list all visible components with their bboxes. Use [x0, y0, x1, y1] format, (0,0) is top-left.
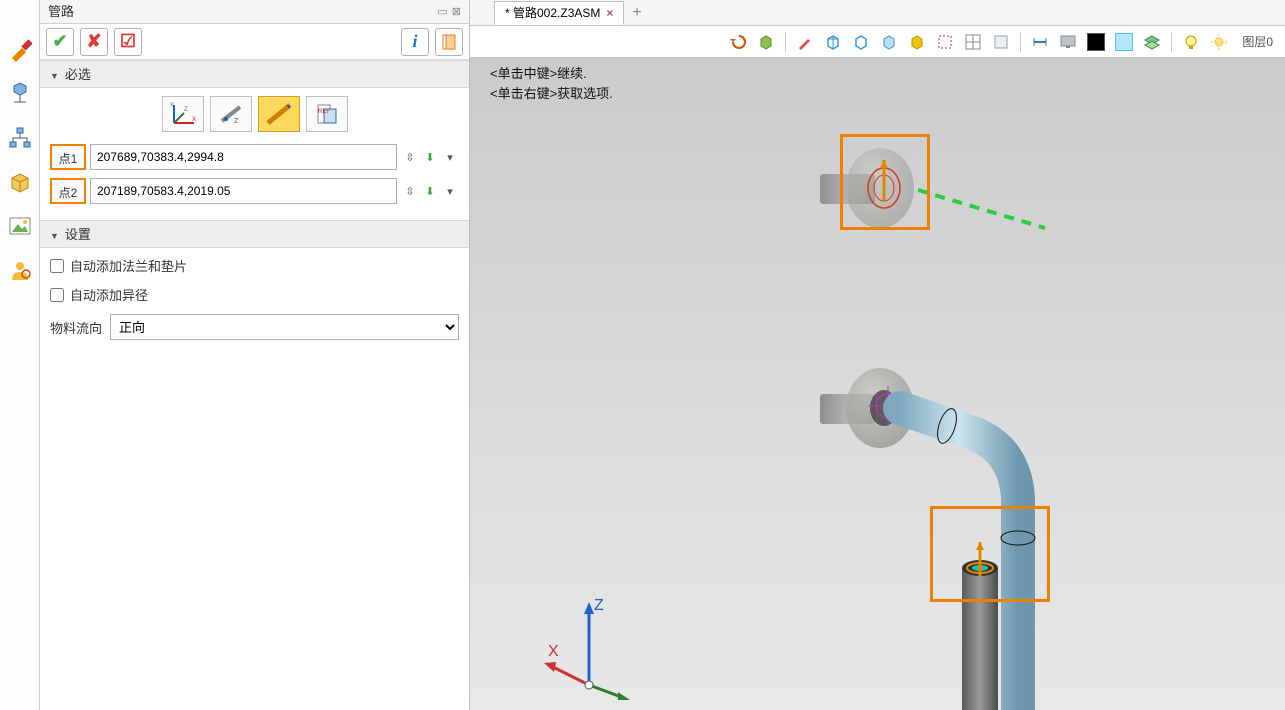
color-black-swatch[interactable]: [1087, 33, 1105, 51]
auto-flange-label: 自动添加法兰和垫片: [70, 256, 187, 275]
point2-input[interactable]: [90, 178, 397, 204]
tab-add-icon[interactable]: +: [632, 4, 641, 22]
view-cube-icon[interactable]: [757, 33, 775, 51]
layer-label[interactable]: 图层0: [1242, 33, 1273, 50]
ok-button[interactable]: ✔: [46, 28, 74, 56]
point1-expand-icon[interactable]: ⇳: [401, 146, 419, 168]
panel-close-icon[interactable]: ⊠: [452, 0, 461, 24]
hidden-line-icon[interactable]: [852, 33, 870, 51]
panel-title-bar: 管路 ▭ ⊠: [40, 0, 469, 24]
info-button[interactable]: i: [401, 28, 429, 56]
section-required-header[interactable]: 必选: [40, 60, 469, 88]
panel-action-bar: ✔ ✘ ☑ i: [40, 24, 469, 60]
monitor-icon[interactable]: [1059, 33, 1077, 51]
hierarchy-icon[interactable]: [8, 126, 32, 150]
selection-highlight-point2: [930, 506, 1050, 602]
mode-ref-geometry[interactable]: REF: [306, 96, 348, 132]
auto-flange-checkbox[interactable]: [50, 259, 64, 273]
panel-title: 管路: [48, 0, 74, 24]
document-tab[interactable]: * 管路002.Z3ASM ×: [494, 1, 624, 25]
section-settings-body: 自动添加法兰和垫片 自动添加异径 物料流向 正向: [40, 248, 469, 348]
apply-button[interactable]: ☑: [114, 28, 142, 56]
point1-input[interactable]: [90, 144, 397, 170]
section-required-body: YXZ Z REF 点1 ⇳ ⬇ ▾: [40, 88, 469, 220]
sun-icon[interactable]: [1210, 33, 1228, 51]
tab-close-icon[interactable]: ×: [606, 1, 613, 25]
user-icon[interactable]: [8, 258, 32, 282]
cube-tree-icon[interactable]: [8, 82, 32, 106]
auto-reducer-label: 自动添加异径: [70, 285, 148, 304]
viewport-toolbar: 图层0: [470, 26, 1285, 58]
document-tab-bar: * 管路002.Z3ASM × +: [470, 0, 1285, 26]
dimension-icon[interactable]: [1031, 33, 1049, 51]
image-icon[interactable]: [8, 214, 32, 238]
cancel-button[interactable]: ✘: [80, 28, 108, 56]
mode-axis-point[interactable]: Z: [210, 96, 252, 132]
point1-pick-icon[interactable]: ⬇: [421, 146, 439, 168]
document-tab-label: * 管路002.Z3ASM: [505, 1, 600, 25]
svg-text:REF: REF: [318, 109, 330, 115]
pipe-panel: 管路 ▭ ⊠ ✔ ✘ ☑ i 必选 YXZ: [40, 0, 470, 710]
svg-text:Z: Z: [184, 107, 188, 113]
left-icon-strip: [0, 0, 40, 710]
point2-label: 点2: [50, 178, 86, 204]
toolbar-separator: [1171, 32, 1172, 52]
svg-text:Z: Z: [234, 118, 239, 125]
svg-text:Y: Y: [170, 103, 174, 109]
section-settings-header[interactable]: 设置: [40, 220, 469, 248]
brush-icon[interactable]: [8, 38, 32, 62]
gold-cube-icon[interactable]: [908, 33, 926, 51]
panel-restore-icon[interactable]: ▭: [437, 0, 447, 24]
layers-icon[interactable]: [1143, 33, 1161, 51]
mode-two-points[interactable]: [258, 96, 300, 132]
undo-view-icon[interactable]: [729, 33, 747, 51]
viewport[interactable]: * 管路002.Z3ASM × + 图层0: [470, 0, 1285, 710]
package-icon[interactable]: [8, 170, 32, 194]
point2-pick-icon[interactable]: ⬇: [421, 180, 439, 202]
flow-direction-select[interactable]: 正向: [110, 314, 459, 340]
section-view-icon[interactable]: [936, 33, 954, 51]
flow-direction-label: 物料流向: [50, 318, 102, 337]
bulb-icon[interactable]: [1182, 33, 1200, 51]
point2-expand-icon[interactable]: ⇳: [401, 180, 419, 202]
toolbar-separator: [1020, 32, 1021, 52]
mode-coord-system[interactable]: Y XZ: [162, 96, 204, 132]
auto-reducer-checkbox[interactable]: [50, 288, 64, 302]
point1-dropdown-icon[interactable]: ▾: [441, 146, 459, 168]
point2-dropdown-icon[interactable]: ▾: [441, 180, 459, 202]
plane-icon[interactable]: [992, 33, 1010, 51]
svg-text:X: X: [192, 117, 196, 123]
point1-label: 点1: [50, 144, 86, 170]
shaded-icon[interactable]: [880, 33, 898, 51]
selection-highlight-point1: [840, 134, 930, 230]
wireframe-icon[interactable]: [824, 33, 842, 51]
help-button[interactable]: [435, 28, 463, 56]
pencil-icon[interactable]: [796, 33, 814, 51]
color-cyan-swatch[interactable]: [1115, 33, 1133, 51]
grid-icon[interactable]: [964, 33, 982, 51]
toolbar-separator: [785, 32, 786, 52]
